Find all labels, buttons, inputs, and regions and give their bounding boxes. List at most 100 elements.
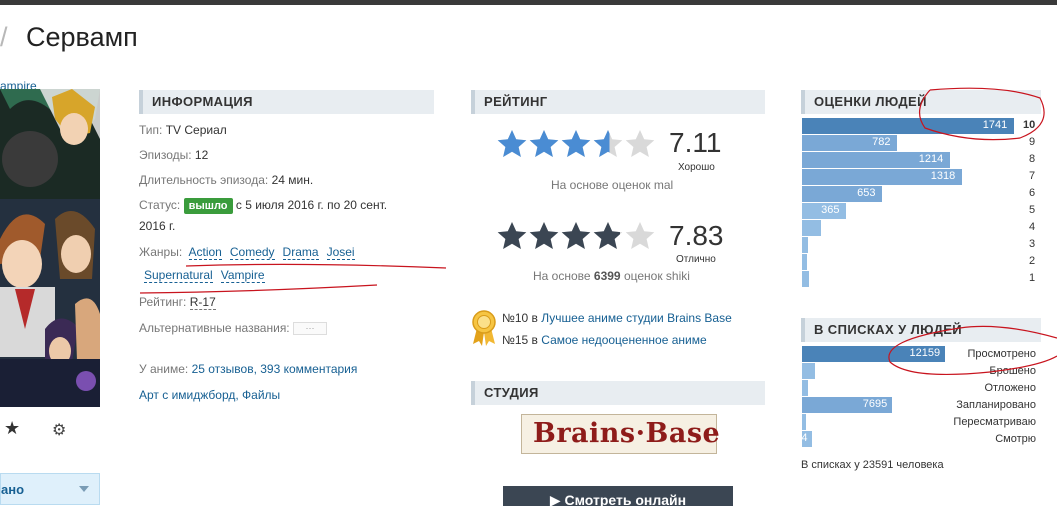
score-label: 1: [1029, 272, 1036, 284]
mal-star-icon-1: [497, 130, 527, 157]
award-1-rank: №10 в: [502, 311, 542, 325]
art-link[interactable]: Арт с имиджборд,: [139, 388, 239, 402]
info-about-key: У аниме:: [139, 362, 189, 376]
files-link[interactable]: Файлы: [242, 388, 280, 402]
list-bar: [802, 380, 808, 396]
info-type: Тип: TV Сериал: [139, 123, 227, 137]
score-label: 5: [1029, 204, 1036, 216]
score-bar-2: [802, 254, 807, 270]
score-label: 6: [1029, 187, 1036, 199]
score-bar-value: 782: [872, 136, 891, 148]
info-rating-key: Рейтинг:: [139, 295, 187, 309]
list-bar-value: 12159: [909, 347, 941, 359]
info-status-key: Статус:: [139, 198, 181, 212]
reviews-link[interactable]: 25 отзывов,: [192, 362, 257, 376]
info-status-dates: с 5 июля 2016 г. по 20 сент.: [235, 198, 388, 212]
shiki-star-icon-2: [529, 222, 559, 249]
info-age-rating: Рейтинг: R-17: [139, 295, 216, 310]
user-list-status-select[interactable]: ано: [0, 473, 100, 505]
score-bar-3: [802, 237, 808, 253]
score-bar-value: 1318: [930, 170, 956, 182]
age-rating-value[interactable]: R-17: [189, 295, 216, 310]
info-extra-links: Арт с имиджборд, Файлы: [139, 388, 280, 402]
score-bar-value: 1741: [982, 119, 1008, 131]
info-alt-names: Альтернативные названия: ···: [139, 321, 327, 336]
info-alt-names-key: Альтернативные названия:: [139, 321, 290, 335]
favorite-star-icon[interactable]: ★: [4, 418, 20, 439]
annotation-underline-vampire: [139, 284, 378, 294]
score-bar-value: 1214: [918, 153, 944, 165]
mal-star-icon-4: [593, 130, 623, 157]
info-status: Статус: вышло с 5 июля 2016 г. по 20 сен…: [139, 198, 387, 214]
score-bar-value: 653: [857, 187, 876, 199]
genre-link-josei[interactable]: Josei: [326, 245, 355, 260]
shiki-star-icon-1: [497, 222, 527, 249]
mal-star-icon-3: [561, 130, 591, 157]
award-1-link[interactable]: Лучшее аниме студии Brains Base: [541, 311, 732, 325]
list-bar-value: 7695: [862, 398, 888, 410]
shiki-stars: [497, 221, 657, 253]
mal-score-word: Хорошо: [678, 162, 715, 173]
info-about: У аниме: 25 отзывов, 393 комментария: [139, 362, 357, 376]
info-genres-line2: Supernatural Vampire: [144, 268, 273, 283]
alt-names-expand-button[interactable]: ···: [293, 322, 327, 336]
score-label: 3: [1029, 238, 1036, 250]
list-label[interactable]: Смотрю: [995, 433, 1036, 445]
list-status-label: ано: [1, 482, 25, 497]
list-label[interactable]: Пересматриваю: [953, 416, 1036, 428]
rating-heading: Рейтинг: [471, 90, 765, 114]
info-status-line2: 2016 г.: [139, 219, 176, 233]
top-bar: [0, 0, 1057, 5]
mal-star-icon-5: [625, 130, 655, 157]
info-type-key: Тип:: [139, 123, 163, 137]
chevron-down-icon: [79, 486, 89, 492]
shiki-votes-count: 6399: [593, 269, 621, 283]
studio-logo[interactable]: Brains·Base: [521, 414, 721, 454]
genre-link-drama[interactable]: Drama: [282, 245, 319, 260]
score-bar-1: [802, 271, 809, 287]
scores-heading: Оценки людей: [801, 90, 1041, 114]
status-badge: вышло: [183, 198, 233, 214]
score-label: 9: [1029, 136, 1036, 148]
info-duration-key: Длительность эпизода:: [139, 173, 269, 187]
poster-actions: ★ ⚙: [0, 418, 100, 442]
award-row-1: №10 в Лучшее аниме студии Brains Base: [502, 311, 732, 325]
mal-stars: [497, 129, 657, 161]
score-label: 4: [1029, 221, 1036, 233]
genre-link-supernatural[interactable]: Supernatural: [144, 268, 213, 283]
info-genres: Жанры: Action Comedy Drama Josei: [139, 245, 363, 260]
anime-poster[interactable]: [0, 89, 100, 407]
mal-based-text: На основе оценок mal: [551, 178, 674, 192]
info-episodes-value: 12: [194, 148, 209, 162]
comments-link[interactable]: 393 комментария: [260, 362, 357, 376]
genre-link-comedy[interactable]: Comedy: [229, 245, 275, 260]
award-medal-icon: [472, 310, 496, 346]
list-label[interactable]: Запланировано: [956, 399, 1036, 411]
shiki-star-icon-3: [561, 222, 591, 249]
score-label: 10: [1023, 119, 1036, 131]
info-duration: Длительность эпизода: 24 мин.: [139, 173, 313, 187]
award-row-2: №15 в Самое недооцененное аниме: [502, 333, 707, 347]
studio-logo-text: Brains·Base: [533, 418, 721, 449]
breadcrumb-slash: /: [0, 22, 8, 52]
list-label[interactable]: Отложено: [984, 382, 1036, 394]
award-2-link[interactable]: Самое недооцененное аниме: [541, 333, 706, 347]
award-2-rank: №15 в: [502, 333, 542, 347]
score-label: 7: [1029, 170, 1036, 182]
info-duration-value: 24 мин.: [271, 173, 314, 187]
list-bar: [802, 363, 815, 379]
gear-icon[interactable]: ⚙: [52, 420, 66, 440]
list-label[interactable]: Просмотрено: [967, 348, 1036, 360]
genre-link-action[interactable]: Action: [188, 245, 222, 260]
score-label: 2: [1029, 255, 1036, 267]
shiki-based-prefix: На основе: [533, 269, 594, 283]
info-genres-key: Жанры:: [139, 245, 183, 259]
studio-heading: Студия: [471, 381, 765, 405]
shiki-based-text: На основе 6399 оценок shiki: [533, 269, 690, 283]
list-label[interactable]: Брошено: [989, 365, 1036, 377]
watch-online-button[interactable]: ▶ Смотреть онлайн: [503, 486, 733, 506]
shiki-score-word: Отлично: [676, 254, 716, 265]
score-bar-4: [802, 220, 821, 236]
genre-link-vampire[interactable]: Vampire: [220, 268, 265, 283]
shiki-star-icon-4: [593, 222, 623, 249]
